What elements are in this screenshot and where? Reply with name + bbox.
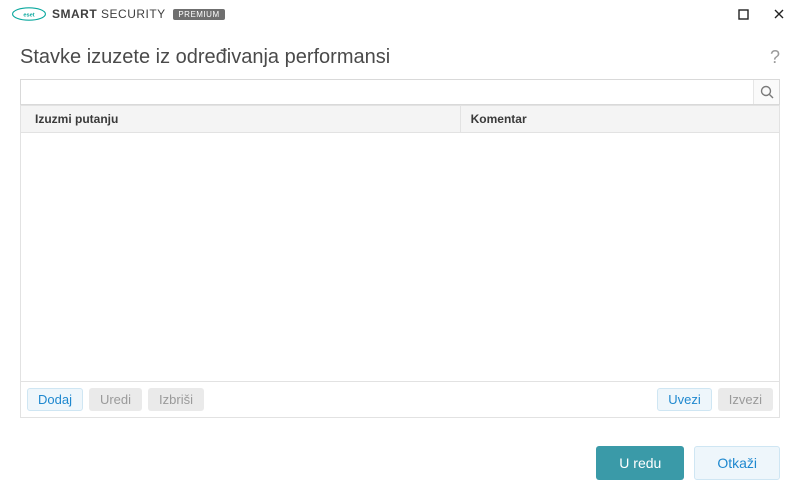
close-button[interactable] — [766, 4, 792, 24]
table-header: Izuzmi putanju Komentar — [21, 105, 779, 133]
import-button[interactable]: Uvezi — [657, 388, 712, 411]
col-header-comment[interactable]: Komentar — [461, 112, 779, 126]
premium-badge: PREMIUM — [173, 9, 224, 20]
close-icon — [773, 8, 785, 20]
product-name: SMART SECURITY PREMIUM — [52, 7, 225, 21]
search-bar — [20, 79, 780, 105]
product-logo: eset SMART SECURITY PREMIUM — [12, 7, 225, 21]
page-header: Stavke izuzete iz određivanja performans… — [0, 28, 800, 79]
table-actions: Dodaj Uredi Izbriši Uvezi Izvezi — [20, 382, 780, 418]
help-button[interactable]: ? — [770, 47, 780, 68]
search-input[interactable] — [21, 80, 753, 104]
titlebar: eset SMART SECURITY PREMIUM — [0, 0, 800, 28]
export-button[interactable]: Izvezi — [718, 388, 773, 411]
edit-button: Uredi — [89, 388, 142, 411]
page-title: Stavke izuzete iz određivanja performans… — [20, 46, 390, 69]
svg-text:eset: eset — [23, 12, 34, 18]
search-button[interactable] — [753, 80, 779, 104]
add-button[interactable]: Dodaj — [27, 388, 83, 411]
content-area: Izuzmi putanju Komentar Dodaj Uredi Izbr… — [0, 79, 800, 418]
window-controls — [730, 4, 792, 24]
dialog-footer: U redu Otkaži — [0, 432, 800, 500]
table-body[interactable] — [21, 133, 779, 381]
maximize-icon — [738, 9, 749, 20]
maximize-button[interactable] — [730, 4, 756, 24]
search-icon — [760, 85, 774, 99]
col-header-path[interactable]: Izuzmi putanju — [21, 106, 461, 132]
cancel-button[interactable]: Otkaži — [694, 446, 780, 480]
exclusions-table: Izuzmi putanju Komentar — [20, 105, 780, 382]
ok-button[interactable]: U redu — [596, 446, 684, 480]
eset-logo-icon: eset — [12, 7, 46, 21]
delete-button: Izbriši — [148, 388, 204, 411]
